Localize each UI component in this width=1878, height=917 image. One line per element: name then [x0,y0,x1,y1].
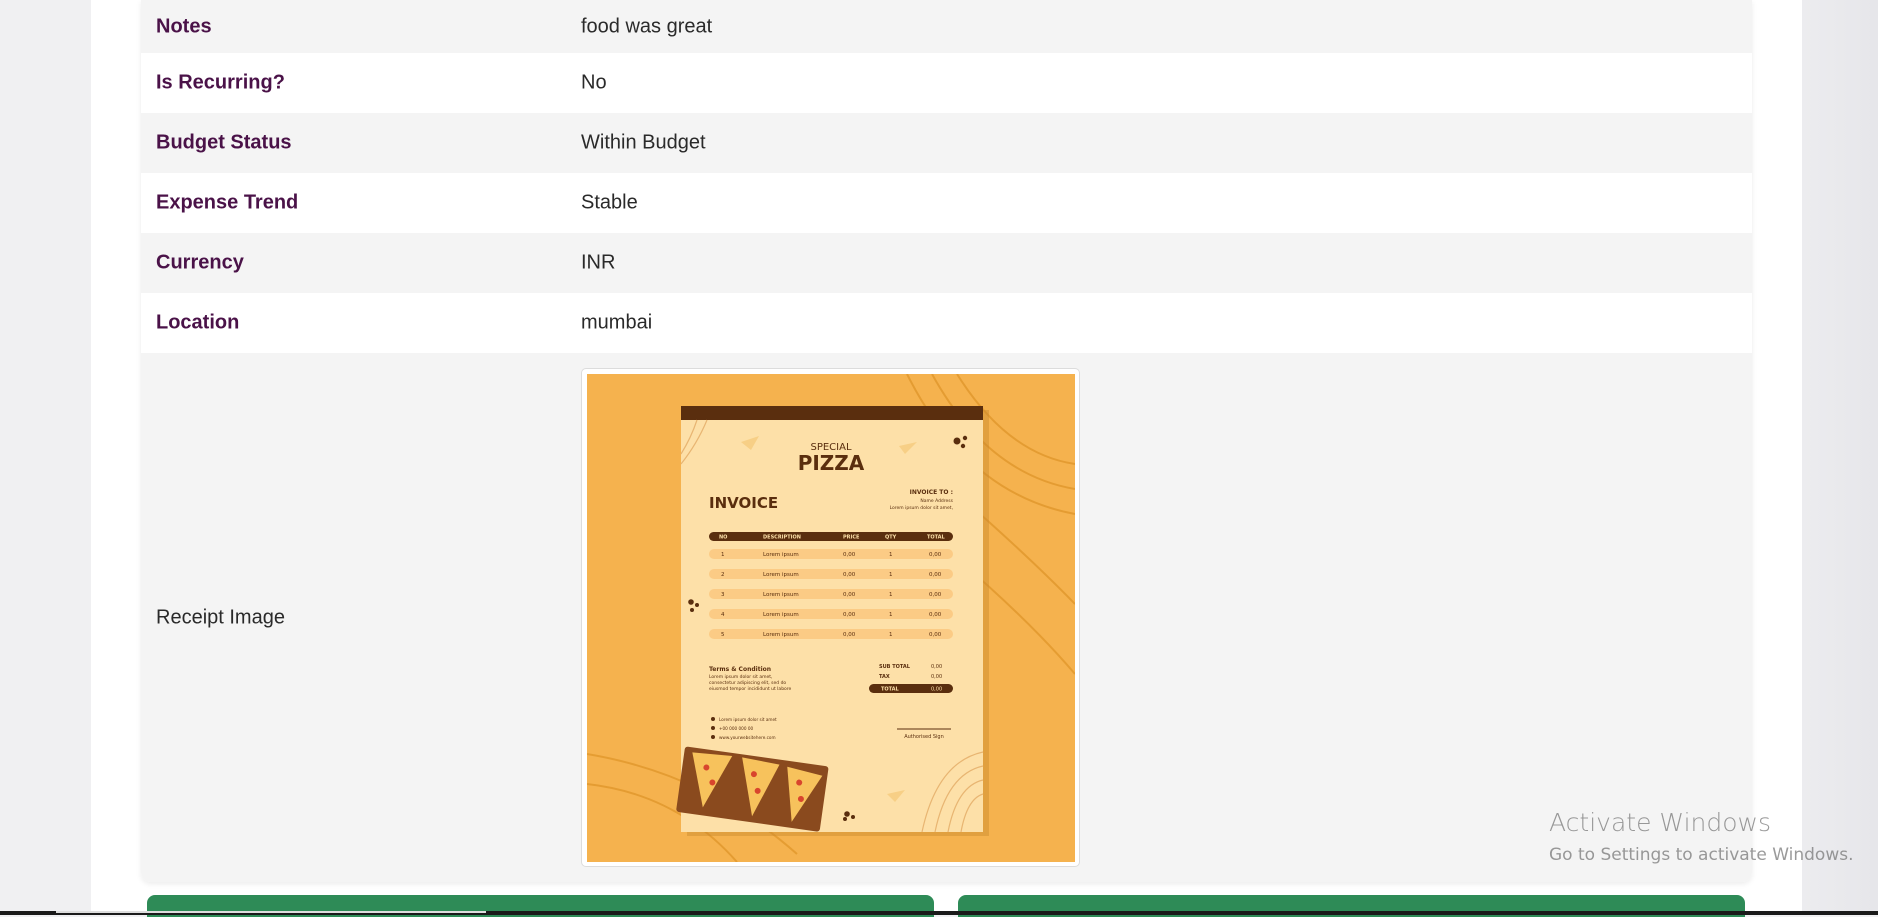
budget-status-value: Within Budget [581,131,706,154]
expense-trend-label: Expense Trend [156,191,299,214]
svg-text:3: 3 [721,592,725,598]
svg-text:consectetur adipiscing elit, s: consectetur adipiscing elit, sed do [709,680,786,686]
receipt-image-label: Receipt Image [156,606,285,628]
taskbar-edge [0,911,1878,915]
table-row: Location mumbai [141,293,1752,353]
svg-text:Lorem ipsum: Lorem ipsum [763,632,799,638]
svg-text:INVOICE TO :: INVOICE TO : [910,489,953,496]
svg-text:eiusmod tempor incididunt ut l: eiusmod tempor incididunt ut labore [709,686,792,692]
svg-text:0,00: 0,00 [931,674,942,680]
svg-text:0,00: 0,00 [929,632,942,638]
svg-text:0,00: 0,00 [843,592,856,598]
svg-text:Lorem ipsum: Lorem ipsum [763,612,799,618]
svg-text:0,00: 0,00 [843,552,856,558]
svg-text:0,00: 0,00 [929,612,942,618]
receipt-image-frame[interactable]: SPECIAL PIZZA INVOICE INVOICE TO : Name … [581,368,1080,867]
svg-text:Name Address: Name Address [920,498,953,504]
svg-text:Lorem ipsum dolor sit amet,: Lorem ipsum dolor sit amet, [709,674,772,680]
notes-label: Notes [156,15,212,37]
svg-text:1: 1 [889,612,893,618]
svg-text:0,00: 0,00 [931,664,942,670]
svg-text:1: 1 [889,552,893,558]
svg-text:TOTAL: TOTAL [927,535,946,541]
watermark-subtitle: Go to Settings to activate Windows. [1549,845,1854,865]
svg-text:2: 2 [721,572,725,578]
table-row: Currency INR [141,233,1752,293]
is-recurring-label: Is Recurring? [156,71,285,94]
table-row: Receipt Image SPECIAL PIZZA INVOICE INVO… [141,353,1752,882]
svg-text:Lorem ipsum dolor sit amet,: Lorem ipsum dolor sit amet, [890,505,953,511]
svg-text:5: 5 [721,632,725,638]
svg-text:1: 1 [889,632,893,638]
svg-text:PRICE: PRICE [843,535,860,541]
budget-status-label: Budget Status [156,131,292,154]
windows-activation-watermark: Activate Windows Go to Settings to activ… [1549,808,1854,865]
currency-value: INR [581,251,616,274]
svg-text:0,00: 0,00 [843,612,856,618]
svg-text:1: 1 [889,592,893,598]
svg-text:Lorem ipsum dolor sit amet: Lorem ipsum dolor sit amet [719,717,777,722]
svg-text:0,00: 0,00 [843,632,856,638]
svg-text:www.yourwebsitehere.com: www.yourwebsitehere.com [719,735,776,740]
svg-text:0,00: 0,00 [929,552,942,558]
svg-text:1: 1 [889,572,893,578]
svg-text:QTY: QTY [885,535,897,541]
page-background [1802,0,1878,915]
svg-text:Lorem ipsum: Lorem ipsum [763,592,799,598]
location-value: mumbai [581,311,653,334]
table-row: Is Recurring? No [141,53,1752,113]
taskbar-highlight [56,911,486,913]
svg-text:4: 4 [721,612,725,618]
svg-text:0,00: 0,00 [931,687,942,693]
svg-text:Terms & Condition: Terms & Condition [709,666,771,673]
currency-label: Currency [156,251,244,274]
table-row: Expense Trend Stable [141,173,1752,233]
svg-text:0,00: 0,00 [843,572,856,578]
svg-text:SUB TOTAL: SUB TOTAL [879,664,911,670]
notes-value: food was great [581,15,713,37]
expense-trend-value: Stable [581,191,638,214]
svg-text:Lorem ipsum: Lorem ipsum [763,572,799,578]
svg-text:DESCRIPTION: DESCRIPTION [763,535,801,541]
table-row: Notes food was great [141,0,1752,53]
svg-text:1: 1 [721,552,725,558]
svg-text:TOTAL: TOTAL [881,687,900,693]
svg-text:TAX: TAX [879,674,890,680]
svg-text:+00 000 000 00: +00 000 000 00 [719,726,753,731]
svg-text:0,00: 0,00 [929,572,942,578]
expense-details-table: Notes food was great Is Recurring? No Bu… [141,0,1752,882]
svg-text:Lorem ipsum: Lorem ipsum [763,552,799,558]
receipt-image[interactable]: SPECIAL PIZZA INVOICE INVOICE TO : Name … [587,374,1075,862]
svg-text:PIZZA: PIZZA [798,451,865,475]
table-row: Budget Status Within Budget [141,113,1752,250]
watermark-title: Activate Windows [1549,808,1771,837]
is-recurring-value: No [581,71,607,94]
svg-text:0,00: 0,00 [929,592,942,598]
svg-text:INVOICE: INVOICE [709,494,778,512]
svg-text:NO: NO [719,535,727,541]
location-label: Location [156,311,240,334]
svg-text:Authorised Sign: Authorised Sign [904,734,944,740]
